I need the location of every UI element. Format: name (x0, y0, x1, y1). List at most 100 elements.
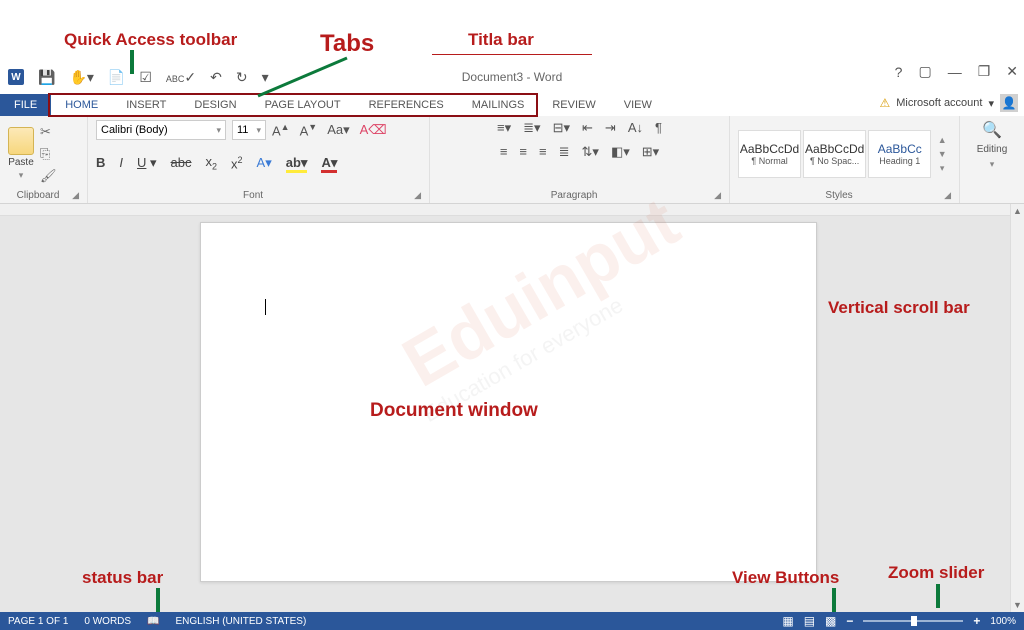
borders-button[interactable]: ⊞▾ (642, 144, 659, 160)
ribbon-options-icon[interactable]: ▢ (918, 63, 931, 80)
cut-icon[interactable]: ✂ (40, 124, 57, 140)
word-app-icon[interactable]: W (8, 69, 24, 85)
annotation-tick-statusbar (156, 588, 160, 612)
font-size-combobox[interactable]: 11▾ (232, 120, 266, 140)
subscript-button[interactable]: x2 (206, 154, 218, 172)
style-heading1[interactable]: AaBbCc Heading 1 (868, 130, 931, 178)
annotation-tick-zoom (936, 584, 940, 608)
ribbon-group-editing: 🔍 Editing ▾ (960, 116, 1024, 203)
style-normal-preview: AaBbCcDd (740, 142, 799, 156)
status-language[interactable]: ENGLISH (UNITED STATES) (176, 616, 307, 627)
zoom-in-button[interactable]: + (973, 614, 980, 628)
show-marks-button[interactable]: ¶ (655, 120, 662, 136)
style-nospacing-name: ¶ No Spac... (810, 156, 859, 166)
tab-file[interactable]: FILE (0, 94, 51, 116)
styles-dialog-launcher[interactable]: ◢ (944, 190, 951, 201)
style-heading1-preview: AaBbCc (878, 142, 922, 156)
justify-button[interactable]: ≣ (559, 144, 570, 160)
zoom-slider-track[interactable] (863, 620, 963, 622)
ribbon-group-styles: AaBbCcDd ¶ Normal AaBbCcDd ¶ No Spac... … (730, 116, 960, 203)
style-normal-name: ¶ Normal (751, 156, 787, 166)
editing-group-label[interactable]: Editing (977, 144, 1008, 155)
horizontal-ruler[interactable] (0, 204, 1010, 216)
paragraph-dialog-launcher[interactable]: ◢ (714, 190, 721, 201)
annotation-view-buttons: View Buttons (732, 568, 839, 588)
view-print-layout-button[interactable]: ▤ (804, 614, 815, 628)
align-left-button[interactable]: ≡ (500, 144, 508, 160)
window-controls: ? ▢ — ❐ ✕ (895, 63, 1018, 80)
font-name-combobox[interactable]: Calibri (Body)▾ (96, 120, 226, 140)
shading-button[interactable]: ◧▾ (611, 144, 630, 160)
tab-view[interactable]: VIEW (610, 94, 666, 116)
annotation-arrow-tabs (252, 54, 362, 102)
strikethrough-button[interactable]: abc (171, 155, 192, 170)
ribbon-group-clipboard: Paste ▾ ✂ ⎘ 🖌 Clipboard ◢ (0, 116, 88, 203)
clear-format-icon[interactable]: A⌫ (360, 122, 387, 138)
help-icon[interactable]: ? (895, 64, 903, 80)
bold-button[interactable]: B (96, 155, 105, 170)
close-icon[interactable]: ✕ (1006, 63, 1018, 80)
text-effects-button[interactable]: A▾ (257, 155, 272, 171)
sort-button[interactable]: A↓ (628, 120, 643, 136)
multilevel-button[interactable]: ⊟▾ (553, 120, 570, 136)
minimize-icon[interactable]: — (948, 64, 962, 80)
underline-button[interactable]: U ▾ (137, 155, 157, 171)
view-web-layout-button[interactable]: ▩ (825, 614, 836, 628)
format-painter-icon[interactable]: 🖌 (40, 168, 57, 184)
bullets-button[interactable]: ≡▾ (497, 120, 511, 136)
styles-expand-button[interactable]: ▲▼▾ (933, 135, 951, 174)
restore-icon[interactable]: ❐ (978, 63, 991, 80)
scroll-up-icon[interactable]: ▲ (1011, 204, 1024, 218)
save-icon[interactable]: 💾 (38, 69, 55, 86)
decrease-indent-button[interactable]: ⇤ (582, 120, 593, 136)
change-case-icon[interactable]: Aa▾ (327, 122, 349, 138)
open-icon-qat[interactable]: ☑ (139, 69, 152, 86)
style-nospacing-preview: AaBbCcDd (805, 142, 864, 156)
align-center-button[interactable]: ≡ (519, 144, 527, 160)
status-bar: PAGE 1 OF 1 0 WORDS 📖 ENGLISH (UNITED ST… (0, 612, 1024, 630)
status-words[interactable]: 0 WORDS (84, 616, 131, 627)
status-page[interactable]: PAGE 1 OF 1 (8, 616, 68, 627)
text-cursor (265, 299, 266, 315)
zoom-slider-thumb[interactable] (911, 616, 917, 626)
zoom-percent[interactable]: 100% (990, 616, 1016, 627)
paste-button[interactable]: Paste ▾ (8, 127, 34, 181)
titlebar: W 💾 ✋▾ 📄 ☑ ABC✓ ↶ ↻ ▾ Document3 - Word (0, 63, 1024, 91)
touch-mode-icon[interactable]: ✋▾ (69, 69, 93, 86)
superscript-button[interactable]: x2 (231, 155, 243, 171)
increase-font-icon[interactable]: A▲ (272, 122, 290, 138)
status-proofing-icon[interactable]: 📖 (147, 616, 159, 627)
annotation-titlebar: Titla bar (468, 30, 534, 50)
clipboard-dialog-launcher[interactable]: ◢ (72, 190, 79, 201)
increase-indent-button[interactable]: ⇥ (605, 120, 616, 136)
new-doc-icon[interactable]: 📄 (108, 69, 125, 86)
undo-icon[interactable]: ↶ (210, 69, 222, 86)
spellcheck-icon[interactable]: ABC✓ (166, 69, 196, 86)
paragraph-group-label: Paragraph (551, 190, 598, 201)
italic-button[interactable]: I (119, 155, 123, 170)
quick-access-toolbar: W 💾 ✋▾ 📄 ☑ ABC✓ ↶ ↻ ▾ (0, 69, 269, 86)
numbering-button[interactable]: ≣▾ (523, 120, 540, 136)
tab-review[interactable]: REVIEW (538, 94, 609, 116)
zoom-out-button[interactable]: − (846, 614, 853, 628)
annotation-vscroll: Vertical scroll bar (828, 298, 970, 318)
decrease-font-icon[interactable]: A▼ (300, 122, 318, 138)
align-right-button[interactable]: ≡ (539, 144, 547, 160)
annotation-quick-access: Quick Access toolbar (64, 30, 237, 50)
font-color-button[interactable]: A▾ (321, 155, 337, 171)
vertical-scrollbar[interactable]: ▲ ▼ (1010, 204, 1024, 612)
annotation-tick-qat (130, 50, 134, 74)
ribbon: Paste ▾ ✂ ⎘ 🖌 Clipboard ◢ Calibri (Body)▾… (0, 116, 1024, 204)
redo-icon[interactable]: ↻ (236, 69, 248, 86)
style-nospacing[interactable]: AaBbCcDd ¶ No Spac... (803, 130, 866, 178)
find-icon[interactable]: 🔍 (982, 120, 1002, 140)
style-normal[interactable]: AaBbCcDd ¶ Normal (738, 130, 801, 178)
copy-icon[interactable]: ⎘ (40, 146, 57, 162)
highlight-color-button[interactable]: ab▾ (286, 155, 308, 171)
font-dialog-launcher[interactable]: ◢ (414, 190, 421, 201)
ribbon-group-paragraph: ≡▾ ≣▾ ⊟▾ ⇤ ⇥ A↓ ¶ ≡ ≡ ≡ ≣ ⇅▾ ◧▾ ⊞▾ Parag… (430, 116, 730, 203)
clipboard-label: Clipboard (17, 190, 60, 201)
line-spacing-button[interactable]: ⇅▾ (582, 144, 599, 160)
view-read-mode-button[interactable]: ▦ (782, 614, 793, 628)
scroll-down-icon[interactable]: ▼ (1011, 598, 1024, 612)
